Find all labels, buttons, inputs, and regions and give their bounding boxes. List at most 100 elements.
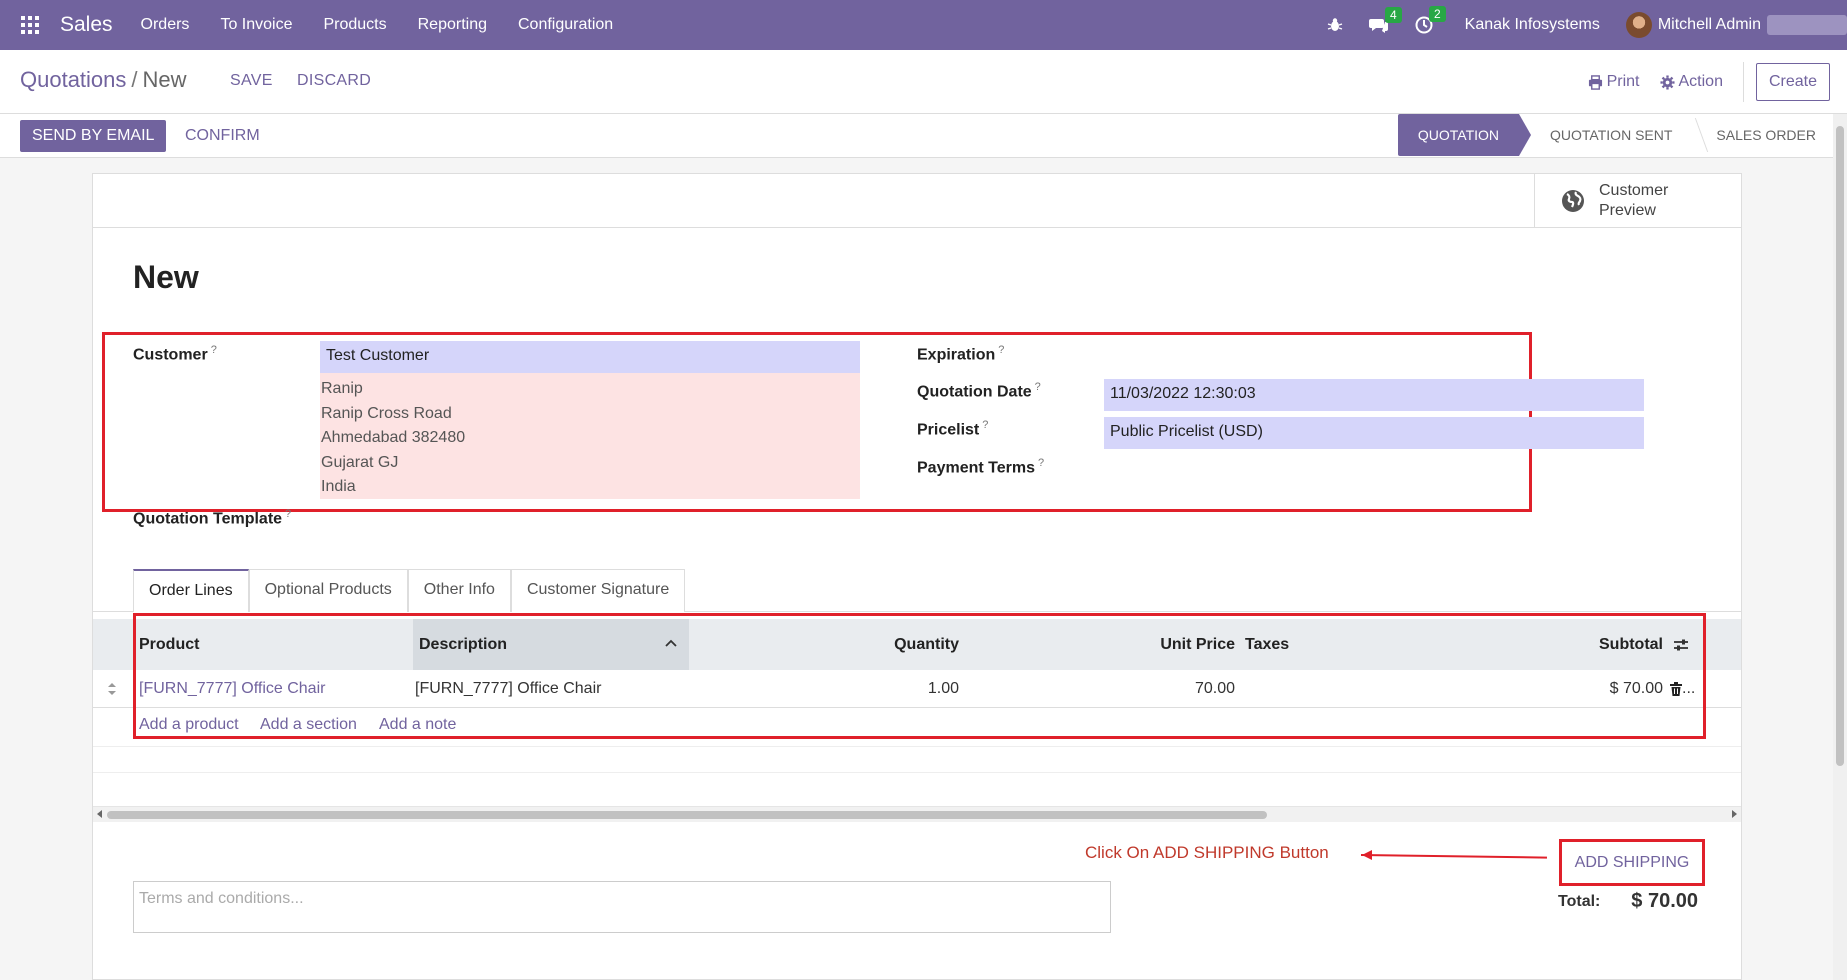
customer-preview-button[interactable]: Customer Preview (1534, 174, 1741, 228)
main-menu: Orders To Invoice Products Reporting Con… (141, 16, 645, 34)
scrollbar-thumb[interactable] (1836, 126, 1844, 766)
debug-bug-icon[interactable] (1327, 17, 1343, 33)
gear-icon (1659, 74, 1675, 90)
user-avatar[interactable] (1625, 12, 1652, 38)
print-icon (1588, 74, 1602, 90)
stage-pipeline: QUOTATION QUOTATION SENT SALES ORDER (1397, 114, 1835, 156)
print-button[interactable]: Print (1588, 73, 1640, 91)
messages-icon[interactable]: 4 (1368, 7, 1402, 33)
terms-conditions-input[interactable]: Terms and conditions... (133, 881, 1111, 933)
customer-label-text: Customer (133, 346, 208, 364)
address-line: Gujarat GJ (321, 453, 399, 471)
annotation-arrow (1360, 854, 1547, 859)
apps-menu-icon[interactable] (0, 0, 60, 50)
preview-label-line1: Customer (1599, 182, 1669, 199)
horizontal-scrollbar[interactable] (93, 806, 1741, 822)
company-switcher[interactable]: Kanak Infosystems (1465, 16, 1600, 34)
app-brand[interactable]: Sales (60, 13, 113, 37)
customer-address: Ranip Ranip Cross Road Ahmedabad 382480 … (320, 373, 860, 499)
pricelist-label: Pricelist? (917, 419, 988, 439)
payment-terms-label-text: Payment Terms (917, 459, 1035, 477)
breadcrumb: Quotations / New (20, 67, 187, 93)
user-menu[interactable]: Mitchell Admin (1658, 16, 1761, 34)
help-icon[interactable]: ? (982, 419, 988, 431)
tab-other-info[interactable]: Other Info (407, 569, 511, 612)
tab-order-lines[interactable]: Order Lines (133, 569, 249, 612)
add-shipping-button[interactable]: ADD SHIPPING (1559, 839, 1705, 886)
quotation-date-input[interactable]: 11/03/2022 12:30:03 (1104, 379, 1644, 411)
expiration-label-text: Expiration (917, 346, 996, 364)
vertical-scrollbar[interactable] (1833, 114, 1847, 980)
pricelist-select[interactable]: Public Pricelist (USD) (1104, 417, 1644, 449)
tab-customer-signature[interactable]: Customer Signature (510, 569, 686, 612)
expiration-label: Expiration? (917, 344, 1004, 364)
help-icon[interactable]: ? (1038, 457, 1044, 469)
globe-icon (1562, 190, 1584, 212)
discard-button[interactable]: DISCARD (297, 72, 371, 90)
activities-count-badge: 2 (1428, 6, 1446, 22)
grid-icon (21, 16, 39, 34)
address-line: Ranip Cross Road (321, 404, 452, 422)
table-empty-row (93, 746, 1741, 747)
save-button[interactable]: SAVE (230, 72, 273, 90)
stage-sales-order-label: SALES ORDER (1716, 127, 1816, 143)
menu-products[interactable]: Products (323, 16, 386, 34)
total-label: Total: (1558, 893, 1601, 910)
redacted-db-name (1767, 15, 1847, 35)
breadcrumb-quotations[interactable]: Quotations (20, 67, 126, 92)
breadcrumb-current: New (142, 67, 187, 92)
quotation-template-label: Quotation Template? (133, 508, 291, 528)
annotation-text: Click On ADD SHIPPING Button (1085, 843, 1329, 862)
action-label: Action (1678, 73, 1723, 90)
create-button[interactable]: Create (1755, 63, 1830, 101)
scroll-right-arrow[interactable] (1732, 810, 1737, 818)
total-value: $ 70.00 (1631, 890, 1698, 912)
menu-configuration[interactable]: Configuration (518, 16, 613, 34)
table-empty-row (93, 772, 1741, 773)
control-panel: Quotations / New SAVE DISCARD Print Action… (0, 50, 1847, 114)
customer-label: Customer? (133, 344, 217, 364)
stage-sales-order[interactable]: SALES ORDER (1691, 114, 1835, 156)
menu-to-invoice[interactable]: To Invoice (220, 16, 292, 34)
action-button[interactable]: Action (1659, 73, 1723, 91)
record-title: New (133, 259, 199, 295)
customer-input[interactable]: Test Customer (320, 341, 860, 373)
address-line: India (321, 478, 356, 495)
divider (1742, 62, 1744, 102)
activities-clock-icon[interactable]: 2 (1415, 6, 1446, 34)
print-label: Print (1606, 73, 1640, 90)
confirm-button[interactable]: CONFIRM (185, 127, 260, 145)
messages-count-badge: 4 (1384, 7, 1402, 23)
pricelist-label-text: Pricelist (917, 421, 980, 439)
address-line: Ahmedabad 382480 (321, 429, 466, 446)
quotation-template-label-text: Quotation Template (133, 510, 283, 528)
form-sheet: Customer Preview New Customer? Test Cust… (92, 173, 1742, 980)
breadcrumb-separator: / (131, 67, 138, 92)
help-icon[interactable]: ? (998, 344, 1004, 356)
tab-optional-products[interactable]: Optional Products (248, 569, 408, 612)
help-icon[interactable]: ? (285, 508, 291, 520)
form-statusbar: SEND BY EMAIL CONFIRM QUOTATION QUOTATIO… (0, 114, 1847, 158)
top-navbar: Sales Orders To Invoice Products Reporti… (0, 0, 1847, 50)
menu-reporting[interactable]: Reporting (418, 16, 487, 34)
quotation-date-label-text: Quotation Date (917, 383, 1032, 401)
address-line: Ranip (321, 380, 363, 397)
scroll-left-arrow[interactable] (97, 810, 102, 818)
help-icon[interactable]: ? (211, 344, 217, 356)
navbar-systray: 4 2 Kanak Infosystems Mitchell Admin (1327, 0, 1847, 50)
stage-quotation[interactable]: QUOTATION (1397, 114, 1532, 156)
notebook-tabs: Order Lines Optional Products Other Info… (133, 569, 686, 612)
control-panel-actions: Print Action Create (1588, 50, 1847, 114)
stage-quotation-sent[interactable]: QUOTATION SENT (1531, 114, 1691, 156)
quotation-date-label: Quotation Date? (917, 381, 1041, 401)
send-by-email-button[interactable]: SEND BY EMAIL (20, 120, 167, 152)
drag-handle-icon[interactable] (107, 670, 121, 708)
help-icon[interactable]: ? (1035, 381, 1041, 393)
menu-orders[interactable]: Orders (141, 16, 190, 34)
table-highlight-box (133, 613, 1706, 739)
annotation-arrow-head (1362, 850, 1372, 860)
button-box: Customer Preview (93, 174, 1741, 228)
scrollbar-thumb[interactable] (107, 811, 1267, 819)
payment-terms-label: Payment Terms? (917, 457, 1044, 477)
preview-label-line2: Preview (1599, 202, 1656, 219)
